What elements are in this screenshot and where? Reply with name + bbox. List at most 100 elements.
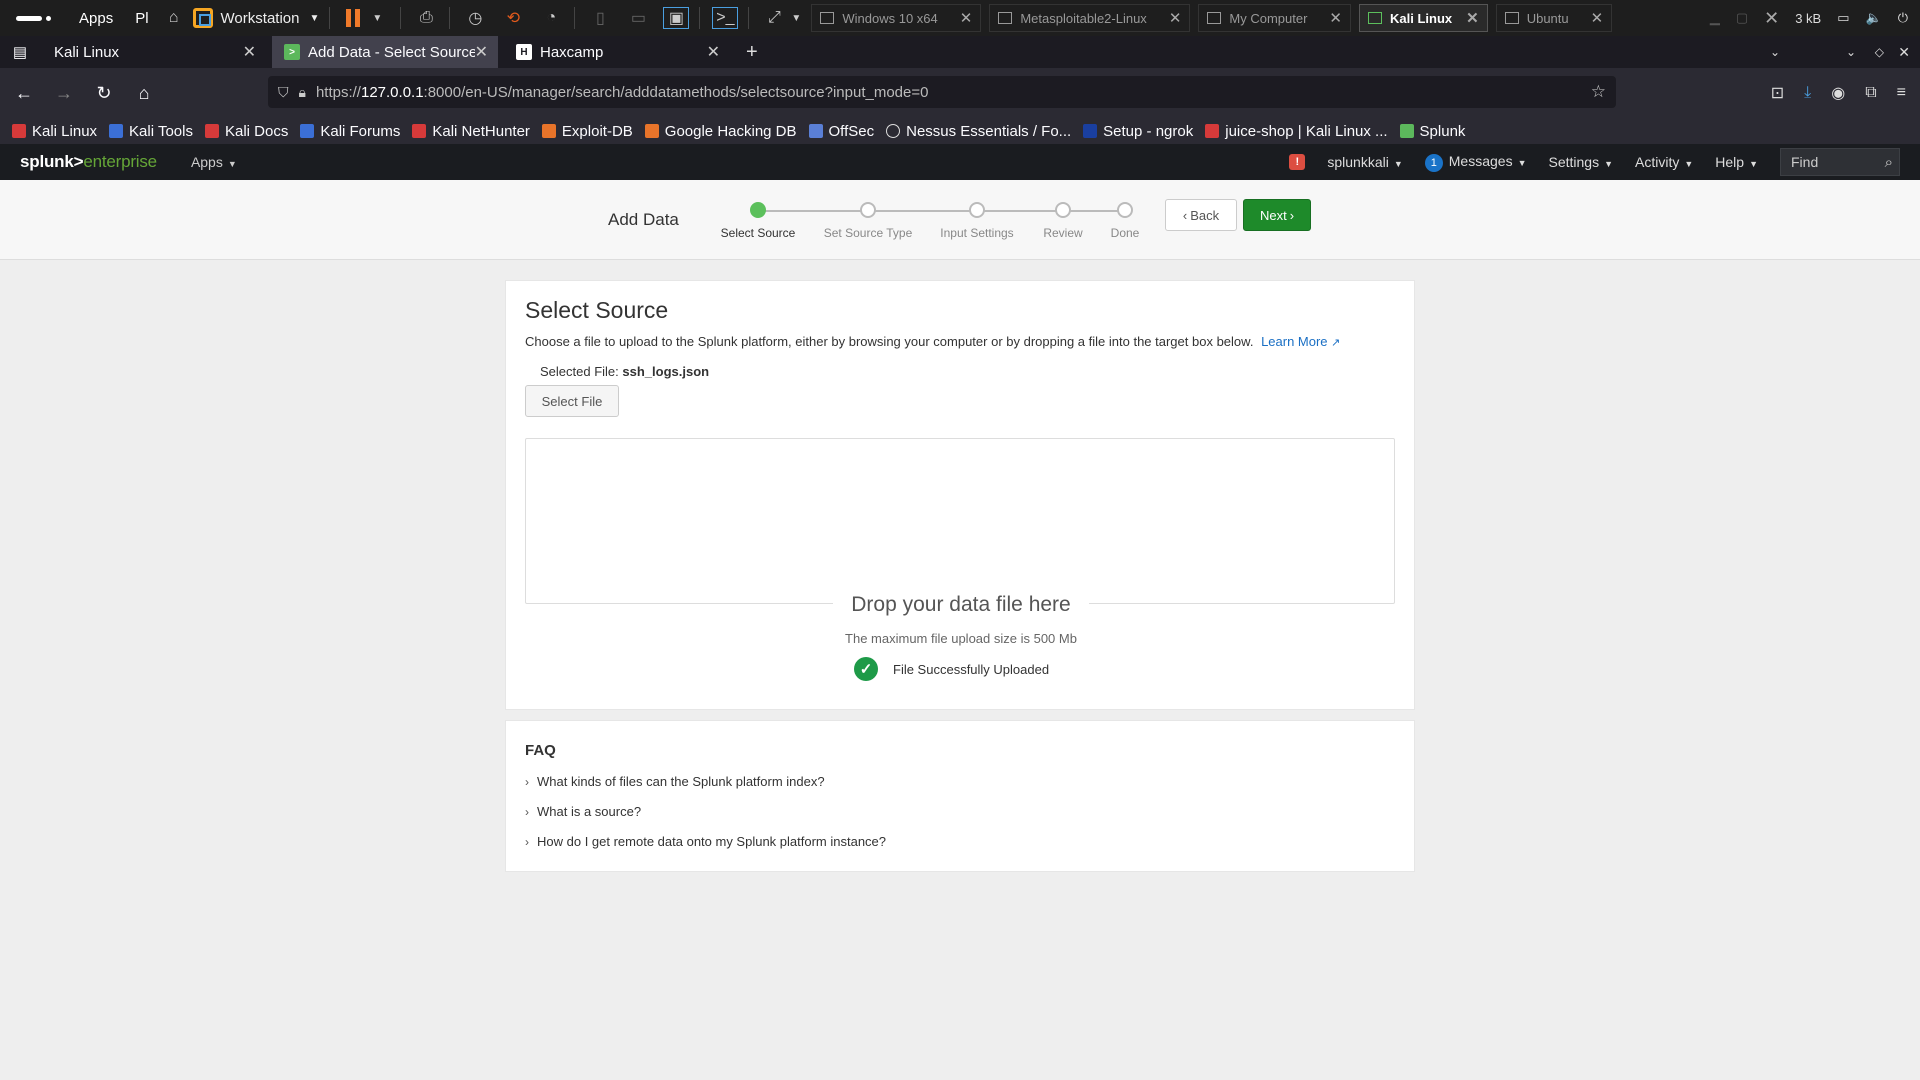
stretch-dropdown-icon[interactable]: ▼	[789, 7, 803, 29]
account-icon[interactable]: ◉	[1831, 83, 1845, 103]
select-file-button[interactable]: Select File	[525, 385, 619, 417]
step-select-source: Select Source	[708, 202, 808, 240]
snapshot-icon[interactable]: ◷	[462, 7, 488, 29]
close-icon[interactable]: ✕	[474, 42, 488, 62]
step-label: Input Settings	[940, 226, 1014, 240]
revert-snapshot-icon[interactable]: ⟲	[500, 7, 526, 29]
menu-icon[interactable]: ≡	[1897, 84, 1906, 102]
vm-tab-ubuntu[interactable]: Ubuntu ✕	[1495, 4, 1613, 32]
power-dropdown-icon[interactable]: ▼	[364, 7, 390, 29]
bookmark-kali-docs[interactable]: Kali Docs	[204, 123, 288, 140]
apps-menu[interactable]: Apps	[79, 10, 113, 27]
list-all-tabs-icon[interactable]: ⌄	[1770, 45, 1780, 59]
max-size-note: The maximum file upload size is 500 Mb	[845, 631, 1077, 646]
alert-icon[interactable]: !	[1289, 154, 1306, 170]
close-icon[interactable]: ✕	[1329, 9, 1342, 27]
extensions-icon[interactable]: ⧉	[1865, 84, 1876, 102]
view-thumbnail-icon[interactable]: ▭	[625, 7, 651, 29]
bookmark-star-icon[interactable]: ☆	[1591, 82, 1606, 102]
apps-menu[interactable]: Apps ▼	[191, 154, 237, 170]
bookmark-kali-nethunter[interactable]: Kali NetHunter	[412, 123, 530, 140]
url-text[interactable]: https://127.0.0.1:8000/en-US/manager/sea…	[316, 84, 929, 101]
send-ctrl-alt-del-icon[interactable]: ⎙	[413, 7, 439, 29]
close-icon[interactable]: ✕	[1466, 9, 1479, 27]
close-icon[interactable]: ✕	[1169, 9, 1182, 27]
next-button[interactable]: Next ›	[1243, 199, 1311, 231]
lock-icon[interactable]: 🔒︎	[299, 84, 306, 101]
pocket-icon[interactable]: ⊡	[1771, 83, 1784, 103]
search-icon[interactable]: ⌕	[1885, 154, 1893, 171]
browser-tab-haxcamp[interactable]: H Haxcamp ✕	[504, 36, 730, 68]
bookmark-google-hacking-db[interactable]: Google Hacking DB	[644, 123, 797, 140]
drop-text-row: Drop your data file here	[506, 593, 1416, 617]
close-icon[interactable]: ✕	[707, 42, 720, 62]
splunk-logo[interactable]: splunk>enterprise	[20, 152, 157, 172]
vm-tab-windows10[interactable]: Windows 10 x64 ✕	[811, 4, 982, 32]
user-menu[interactable]: splunkkali ▼	[1327, 154, 1402, 170]
stretch-icon[interactable]: ⤢	[761, 7, 787, 29]
fullscreen-icon[interactable]: ▣	[663, 7, 690, 29]
display-icon[interactable]: ▭	[1837, 10, 1849, 26]
address-bar[interactable]: ⛉ 🔒︎ https://127.0.0.1:8000/en-US/manage…	[268, 76, 1616, 108]
close-icon[interactable]: ✕	[960, 9, 973, 27]
volume-icon[interactable]: 🔈	[1866, 10, 1882, 26]
find-input[interactable]: Find ⌕	[1780, 148, 1900, 176]
bookmark-exploit-db[interactable]: Exploit-DB	[541, 122, 633, 140]
activities-indicator[interactable]	[16, 15, 42, 21]
browser-tab-kali[interactable]: Kali Linux ✕	[40, 36, 266, 68]
faq-item[interactable]: › What is a source?	[525, 804, 641, 819]
learn-more-link[interactable]: Learn More ↗	[1261, 334, 1340, 349]
settings-menu[interactable]: Settings ▼	[1549, 154, 1614, 170]
tab-list-icon[interactable]: ▤	[0, 34, 40, 70]
chevron-down-icon[interactable]: ⌄	[1846, 45, 1856, 59]
power-icon[interactable]: ⏻	[1898, 10, 1908, 26]
new-tab-icon[interactable]: +	[746, 41, 758, 64]
bookmark-splunk[interactable]: Splunk	[1399, 123, 1465, 140]
restore-icon[interactable]: ◇	[1875, 45, 1884, 59]
reload-icon[interactable]: ↻	[86, 75, 122, 111]
close-window-icon[interactable]: ✕	[1898, 44, 1910, 61]
home-icon[interactable]: ⌂	[126, 75, 162, 111]
forward-arrow-icon[interactable]: →	[46, 75, 82, 111]
bookmark-ngrok[interactable]: Setup - ngrok	[1083, 123, 1193, 140]
places-menu[interactable]: Pl	[135, 10, 148, 27]
tab-label: Haxcamp	[540, 43, 604, 61]
vm-tab-metasploitable[interactable]: Metasploitable2-Linux ✕	[989, 4, 1191, 32]
bookmark-kali-forums[interactable]: Kali Forums	[300, 123, 400, 140]
downloads-icon[interactable]: ⤓	[1804, 84, 1811, 102]
shield-icon[interactable]: ⛉	[278, 84, 289, 101]
step-complete-icon	[750, 202, 766, 218]
close-icon[interactable]: ✕	[243, 42, 256, 62]
workstation-menu[interactable]: Workstation ▼	[192, 8, 319, 28]
faq-item[interactable]: › How do I get remote data onto my Splunk…	[525, 834, 886, 849]
minimize-icon[interactable]: ▁	[1710, 10, 1720, 26]
back-arrow-icon[interactable]: ←	[6, 75, 42, 111]
vm-tab-kali[interactable]: Kali Linux ✕	[1359, 4, 1488, 32]
bookmark-label: Exploit-DB	[561, 122, 633, 140]
url-path: :8000/en-US/manager/search/adddatamethod…	[423, 83, 929, 101]
faq-item[interactable]: › What kinds of files can the Splunk plat…	[525, 774, 825, 789]
console-icon[interactable]: >_	[712, 7, 739, 29]
maximize-icon[interactable]: ▢	[1736, 10, 1748, 26]
system-tray: ▁ ▢ ✕ 3 kB ▭ 🔈 ⏻	[1710, 0, 1908, 36]
library-icon[interactable]: ⌂	[161, 7, 187, 29]
back-button[interactable]: ‹ Back	[1165, 199, 1237, 231]
activity-menu[interactable]: Activity ▼	[1635, 154, 1693, 170]
vm-tab-my-computer[interactable]: My Computer ✕	[1198, 4, 1351, 32]
bookmark-kali-linux[interactable]: Kali Linux	[12, 123, 97, 140]
help-menu[interactable]: Help ▼	[1715, 154, 1758, 170]
view-sidebar-icon[interactable]: ▯	[587, 7, 613, 29]
bookmark-nessus[interactable]: Nessus Essentials / Fo...	[886, 123, 1071, 140]
bookmark-juice-shop[interactable]: juice-shop | Kali Linux ...	[1205, 123, 1388, 140]
tab-label: Kali Linux	[54, 43, 120, 61]
close-window-icon[interactable]: ✕	[1764, 8, 1779, 29]
close-icon[interactable]: ✕	[1591, 9, 1604, 27]
bookmark-offsec[interactable]: OffSec	[808, 123, 874, 140]
bookmark-kali-tools[interactable]: Kali Tools	[109, 123, 193, 140]
messages-menu[interactable]: 1 Messages ▼	[1424, 153, 1527, 172]
file-drop-zone[interactable]	[525, 438, 1395, 604]
browser-tab-add-data[interactable]: > Add Data - Select Source ✕	[272, 36, 498, 68]
globe-icon	[886, 124, 901, 138]
snapshot-manager-icon[interactable]: ◔	[538, 7, 564, 29]
pause-vm-button[interactable]	[346, 9, 361, 27]
